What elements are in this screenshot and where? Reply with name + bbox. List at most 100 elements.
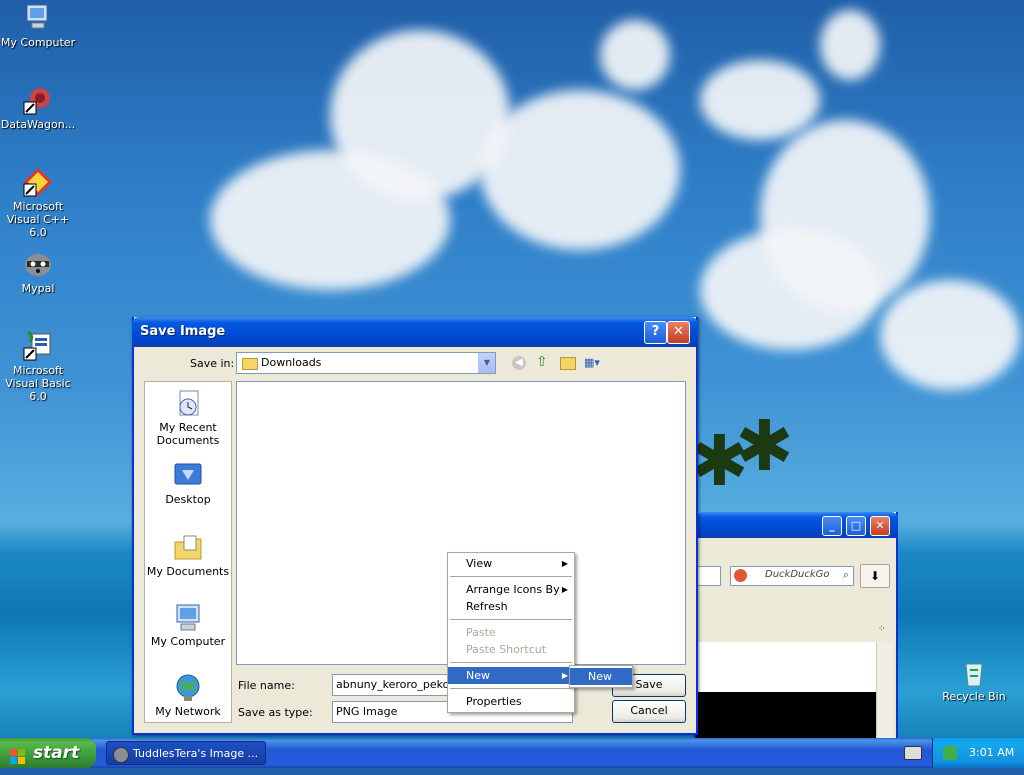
place-label: My Network bbox=[155, 705, 221, 718]
menu-separator bbox=[450, 619, 572, 620]
menu-item-label: Arrange Icons By bbox=[466, 583, 560, 596]
chevron-down-icon[interactable]: ▼ bbox=[478, 353, 495, 373]
place-my-network[interactable]: My Network bbox=[145, 672, 231, 718]
desktop-icon-label: Microsoft Visual Basic 6.0 bbox=[5, 364, 71, 403]
desktop-icon-label: DataWagon... bbox=[0, 118, 76, 131]
start-label: start bbox=[33, 743, 80, 763]
desktop-icon-datawagon[interactable]: DataWagon... bbox=[0, 84, 78, 131]
menu-item-refresh[interactable]: Refresh bbox=[448, 598, 574, 615]
network-tray-icon[interactable] bbox=[943, 746, 957, 760]
clock: 3:01 AM bbox=[969, 746, 1015, 759]
place-my-computer[interactable]: My Computer bbox=[145, 602, 231, 648]
chevron-right-icon: ▶ bbox=[561, 585, 568, 594]
visual-cpp-icon bbox=[22, 166, 54, 198]
task-label: TuddlesTera's Image ... bbox=[133, 747, 259, 760]
my-documents-icon bbox=[172, 532, 204, 564]
recycle-bin-icon bbox=[958, 656, 990, 688]
chevron-right-icon: ▶ bbox=[561, 559, 568, 568]
network-icon bbox=[172, 672, 204, 704]
cancel-button[interactable]: Cancel bbox=[612, 700, 686, 723]
datawagon-icon bbox=[22, 84, 54, 116]
raccoon-icon bbox=[113, 747, 129, 763]
place-my-documents[interactable]: My Documents bbox=[145, 532, 231, 578]
menu-item-label: New bbox=[466, 669, 490, 682]
desktop-icon-label: Recycle Bin bbox=[942, 690, 1006, 703]
menu-item-label: New bbox=[588, 670, 612, 683]
desktop-icon-my-computer[interactable]: My Computer bbox=[0, 2, 78, 49]
computer-icon bbox=[22, 2, 54, 34]
menu-item-label: Paste Shortcut bbox=[466, 643, 547, 656]
close-button[interactable]: ✕ bbox=[667, 321, 690, 344]
submenu-item-new[interactable]: New bbox=[570, 668, 632, 685]
desktop-icon-label: Mypal bbox=[21, 282, 55, 295]
menu-separator bbox=[450, 662, 572, 663]
new-folder-icon[interactable] bbox=[560, 357, 576, 370]
recent-documents-icon bbox=[172, 388, 204, 420]
url-dropdown[interactable] bbox=[694, 566, 721, 586]
menu-separator bbox=[450, 576, 572, 577]
desktop-icon-recycle-bin[interactable]: Recycle Bin bbox=[934, 656, 1014, 703]
view-menu-icon[interactable]: ▦▾ bbox=[584, 356, 606, 370]
cloud bbox=[600, 20, 670, 90]
menu-item-label: Paste bbox=[466, 626, 496, 639]
search-placeholder: DuckDuckGo bbox=[765, 569, 830, 580]
menu-separator bbox=[450, 688, 572, 689]
grip-icon: ⁘ bbox=[878, 624, 886, 634]
new-submenu[interactable]: New bbox=[569, 665, 633, 688]
search-icon[interactable]: ⌕ bbox=[843, 568, 849, 582]
menu-item-label: View bbox=[466, 557, 493, 570]
menu-item-view[interactable]: View ▶ bbox=[448, 555, 574, 572]
keyboard-icon[interactable] bbox=[904, 746, 922, 760]
download-button[interactable]: ⬇ bbox=[860, 564, 890, 588]
minimize-button[interactable]: _ bbox=[822, 516, 842, 536]
close-button[interactable]: ✕ bbox=[870, 516, 890, 536]
cloud bbox=[700, 230, 880, 350]
content-black bbox=[696, 692, 876, 738]
menu-item-arrange-icons[interactable]: Arrange Icons By ▶ bbox=[448, 581, 574, 598]
desktop-icon-label: My Computer bbox=[0, 36, 76, 49]
cloud bbox=[480, 90, 680, 250]
scrollbar[interactable] bbox=[876, 642, 893, 738]
up-folder-icon[interactable]: ⇧ bbox=[536, 355, 552, 370]
palm-tree: ✱ bbox=[735, 405, 794, 487]
back-icon[interactable]: ◀ bbox=[512, 356, 526, 370]
context-menu[interactable]: View ▶ Arrange Icons By ▶ Refresh Paste Pa… bbox=[447, 552, 575, 713]
dialog-title: Save Image bbox=[140, 324, 226, 339]
desktop-icon bbox=[172, 460, 204, 492]
menu-item-properties[interactable]: Properties bbox=[448, 693, 574, 710]
browser-window[interactable]: _ □ ✕ DuckDuckGo ⌕ ⬇ ⁘ bbox=[694, 512, 898, 742]
desktop-icon-visual-basic[interactable]: Microsoft Visual Basic 6.0 bbox=[0, 330, 78, 403]
desktop-icon-label: Microsoft Visual C++ 6.0 bbox=[6, 200, 70, 239]
folder-icon bbox=[242, 358, 258, 370]
taskbar-item-image-viewer[interactable]: TuddlesTera's Image ... bbox=[106, 741, 266, 765]
dialog-titlebar[interactable]: Save Image ? ✕ bbox=[132, 317, 698, 347]
desktop-icon-mypal[interactable]: Mypal bbox=[0, 248, 78, 295]
save-in-label: Save in: bbox=[190, 357, 235, 370]
cloud bbox=[880, 280, 1020, 390]
place-label: Desktop bbox=[165, 493, 211, 506]
duckduckgo-icon bbox=[734, 569, 747, 582]
menu-item-paste-shortcut[interactable]: Paste Shortcut bbox=[448, 641, 574, 658]
browser-titlebar[interactable]: _ □ ✕ bbox=[694, 512, 898, 538]
place-desktop[interactable]: Desktop bbox=[145, 460, 231, 506]
save-as-type-label: Save as type: bbox=[238, 706, 313, 719]
save-in-dropdown[interactable]: Downloads ▼ bbox=[236, 352, 496, 374]
menu-item-paste[interactable]: Paste bbox=[448, 624, 574, 641]
start-button[interactable]: start bbox=[0, 738, 96, 768]
help-button[interactable]: ? bbox=[644, 321, 667, 344]
search-box[interactable]: DuckDuckGo ⌕ bbox=[730, 566, 854, 586]
place-recent-documents[interactable]: My Recent Documents bbox=[145, 388, 231, 447]
place-label: My Documents bbox=[146, 565, 230, 578]
menu-item-label: Refresh bbox=[466, 600, 508, 613]
raccoon-icon bbox=[22, 248, 54, 280]
place-label: My Computer bbox=[150, 635, 226, 648]
save-in-value: Downloads bbox=[261, 356, 322, 369]
menu-item-label: Properties bbox=[466, 695, 522, 708]
menu-item-new[interactable]: New ▶ bbox=[448, 667, 574, 684]
places-bar: My Recent Documents Desktop My Documents… bbox=[144, 381, 232, 723]
desktop-icon-visual-cpp[interactable]: Microsoft Visual C++ 6.0 bbox=[0, 166, 78, 239]
computer-icon bbox=[172, 602, 204, 634]
maximize-button[interactable]: □ bbox=[846, 516, 866, 536]
windows-logo-icon bbox=[10, 745, 26, 764]
visual-basic-icon bbox=[22, 330, 54, 362]
